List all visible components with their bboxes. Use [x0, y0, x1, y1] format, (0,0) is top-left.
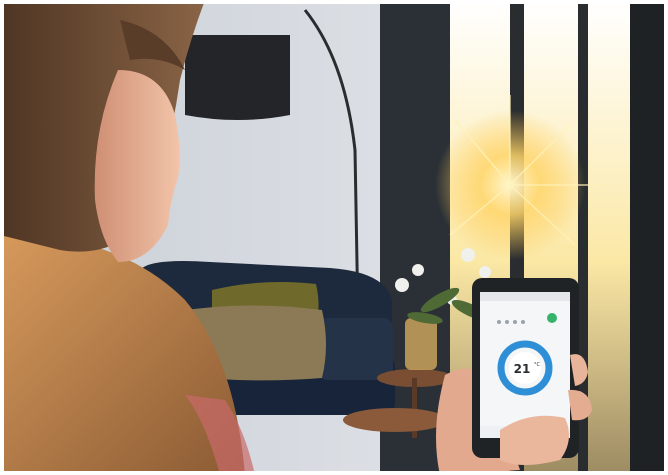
sofa-arm [318, 318, 393, 380]
glass-vase [405, 318, 437, 370]
lamp-shade [185, 35, 290, 120]
temperature-unit: °C [534, 362, 541, 368]
window-frame-edge [630, 0, 668, 475]
power-icon[interactable] [547, 313, 557, 323]
scene-photo: 21 °C [0, 0, 668, 475]
temperature-value: 21 [514, 362, 531, 376]
coffee-table-top [343, 408, 447, 432]
app-status-bar [480, 292, 570, 301]
photo-frame: 21 °C [0, 0, 668, 475]
